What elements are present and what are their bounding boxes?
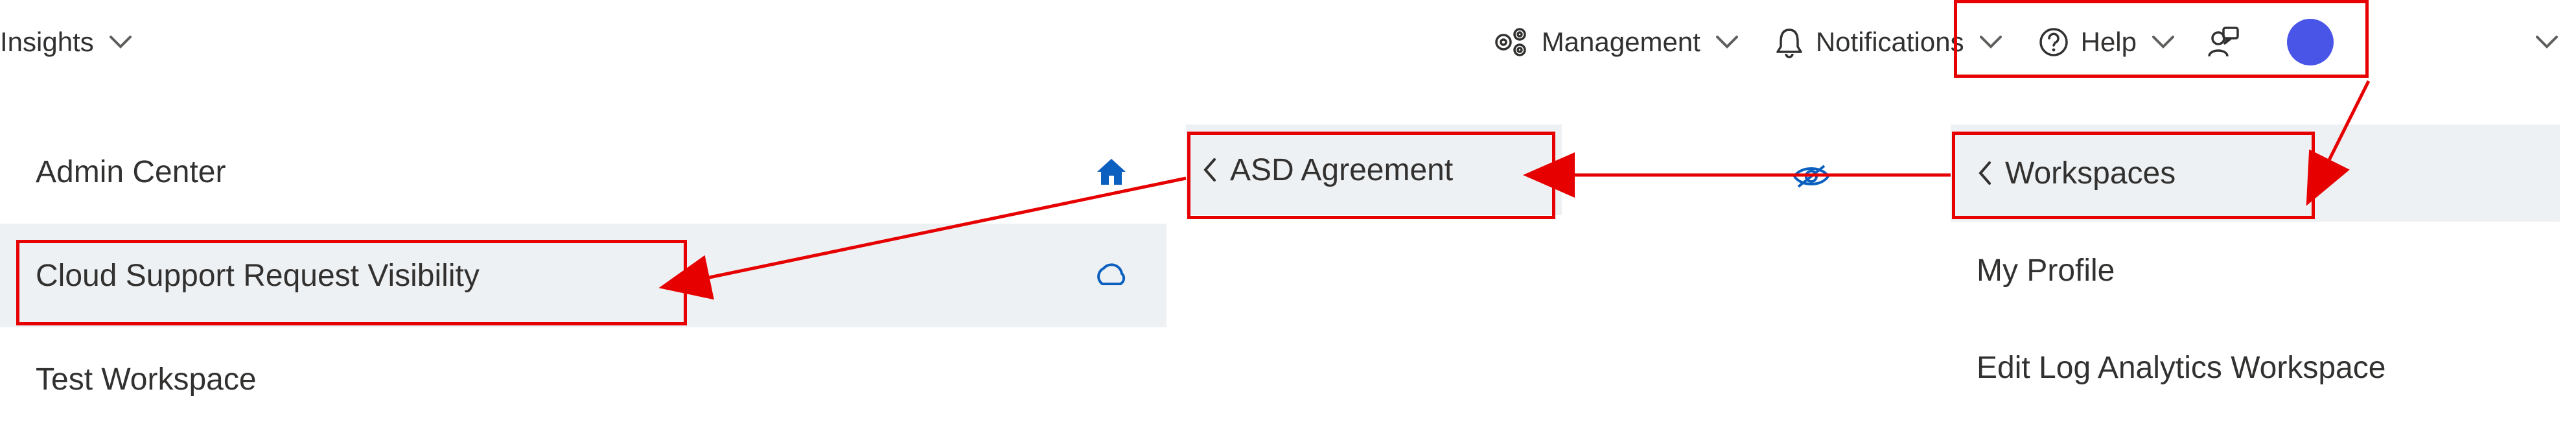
chevron-down-icon (1980, 35, 2002, 49)
nav-right-cluster: Management Notifications (1476, 0, 2576, 84)
nav-notifications[interactable]: Notifications (1756, 0, 2020, 84)
profile-menu[interactable] (2271, 10, 2576, 75)
nav-management-label: Management (1542, 27, 1700, 58)
help-icon (2038, 27, 2069, 58)
admin-item-cloud-support[interactable]: Cloud Support Request Visibility (0, 224, 1166, 327)
hidden-icon (1792, 162, 1831, 191)
admin-item-test-workspace-label: Test Workspace (36, 362, 257, 397)
nav-feedback[interactable] (2192, 0, 2252, 84)
nav-help-label: Help (2081, 27, 2137, 58)
ws-item-edit-law-label: Edit Log Analytics Workspace (1977, 350, 2385, 386)
nav-insights-label: Insights (0, 27, 94, 58)
chevron-down-icon (2152, 35, 2174, 49)
bell-icon (1774, 26, 1804, 58)
ws-item-my-profile[interactable]: My Profile (1951, 222, 2560, 319)
workspaces-back[interactable]: Workspaces (1951, 124, 2560, 222)
gear-icon (1494, 26, 1530, 58)
admin-center-header: Admin Center (0, 120, 1166, 224)
asd-agreement-panel: ASD Agreement (1186, 124, 1562, 215)
workspaces-panel: Workspaces My Profile Edit Log Analytics… (1951, 124, 2560, 416)
top-nav: Insights Management (0, 0, 2576, 84)
workspaces-header-label: Workspaces (2005, 156, 2176, 191)
ws-item-my-profile-label: My Profile (1977, 253, 2115, 288)
admin-center-panel: Admin Center Cloud Support Request Visib… (0, 120, 1166, 431)
avatar (2287, 19, 2334, 65)
asd-agreement-back[interactable]: ASD Agreement (1186, 124, 1562, 215)
nav-insights[interactable]: Insights (0, 0, 150, 84)
nav-management[interactable]: Management (1476, 0, 1756, 84)
admin-center-title: Admin Center (36, 154, 226, 190)
admin-item-test-workspace[interactable]: Test Workspace (0, 327, 1166, 431)
chevron-down-icon (2536, 35, 2558, 49)
cloud-icon (1089, 262, 1128, 289)
ws-item-edit-law[interactable]: Edit Log Analytics Workspace (1951, 319, 2560, 416)
feedback-person-icon (2204, 24, 2240, 60)
asd-agreement-label: ASD Agreement (1230, 152, 1453, 188)
nav-help[interactable]: Help (2020, 0, 2192, 84)
home-icon (1095, 156, 1128, 187)
admin-item-cloud-support-label: Cloud Support Request Visibility (36, 258, 480, 294)
chevron-down-icon (1716, 35, 1738, 49)
nav-notifications-label: Notifications (1816, 27, 1964, 58)
chevron-left-icon (1201, 157, 1218, 183)
chevron-down-icon (110, 35, 132, 49)
chevron-left-icon (1977, 160, 1993, 186)
